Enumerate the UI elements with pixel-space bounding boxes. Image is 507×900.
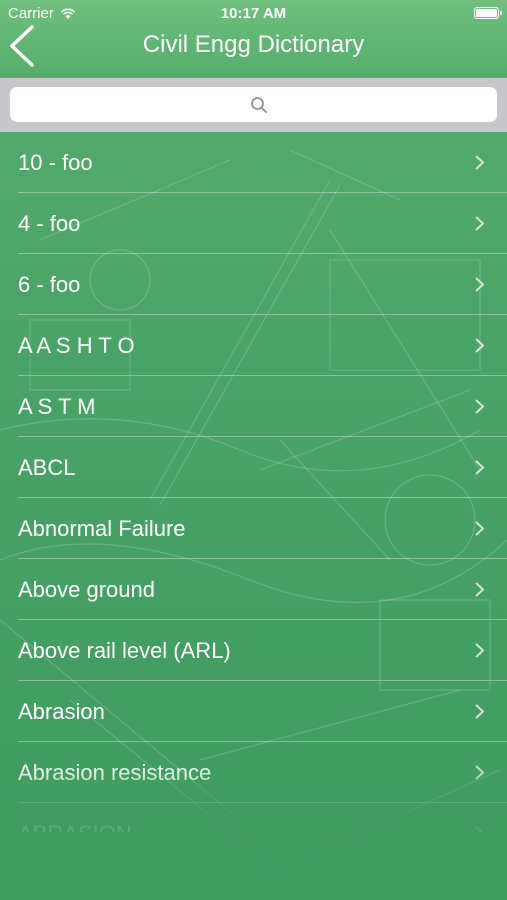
list-item[interactable]: 6 - foo <box>0 254 507 315</box>
list-item[interactable]: Above rail level (ARL) <box>0 620 507 681</box>
list-item[interactable]: Above ground <box>0 559 507 620</box>
list-item-label: ABRASION <box>18 821 132 832</box>
list-item-label: Abnormal Failure <box>18 516 186 541</box>
chevron-right-icon <box>475 277 485 292</box>
list-item-label: Above rail level (ARL) <box>18 638 231 663</box>
list-item-label: 10 - foo <box>18 150 93 175</box>
list-item-label: Abrasion resistance <box>18 760 212 785</box>
status-time: 10:17 AM <box>220 5 287 22</box>
chevron-right-icon <box>475 216 485 231</box>
list-item[interactable]: 4 - foo <box>0 193 507 254</box>
search-bar <box>0 78 507 132</box>
page-title: Civil Engg Dictionary <box>142 31 365 58</box>
list-item-label: 4 - foo <box>18 211 81 236</box>
list-item[interactable]: 10 - foo <box>0 132 507 193</box>
list-item-label: A A S H T O <box>18 333 135 358</box>
dictionary-list: 10 - foo 4 - foo 6 - foo A A S H T O A S… <box>0 132 507 832</box>
list-item[interactable]: A S T M <box>0 376 507 437</box>
list-item[interactable]: Abnormal Failure <box>0 498 507 559</box>
chevron-right-icon <box>475 704 485 719</box>
list-item[interactable]: Abrasion resistance <box>0 742 507 803</box>
chevron-right-icon <box>475 338 485 353</box>
chevron-right-icon <box>475 643 485 658</box>
chevron-right-icon <box>475 460 485 475</box>
chevron-right-icon <box>475 582 485 597</box>
status-bar: Carrier 10:17 AM <box>0 0 507 28</box>
list-item[interactable]: A A S H T O <box>0 315 507 376</box>
chevron-right-icon <box>475 155 485 170</box>
chevron-right-icon <box>475 826 483 832</box>
list-item-label: 6 - foo <box>18 272 81 297</box>
list-item[interactable]: ABRASION <box>0 803 507 832</box>
chevron-right-icon <box>475 399 485 414</box>
list-item-label: A S T M <box>18 394 96 419</box>
list-item[interactable]: Abrasion <box>0 681 507 742</box>
list-item-label: Above ground <box>18 577 155 602</box>
list-item-label: ABCL <box>18 455 76 480</box>
search-input[interactable] <box>10 87 501 124</box>
chevron-right-icon <box>475 765 485 780</box>
list-item-label: Abrasion <box>18 699 105 724</box>
chevron-right-icon <box>475 521 485 536</box>
list-item[interactable]: ABCL <box>0 437 507 498</box>
battery-icon <box>474 7 502 19</box>
search-field-container <box>10 87 501 124</box>
